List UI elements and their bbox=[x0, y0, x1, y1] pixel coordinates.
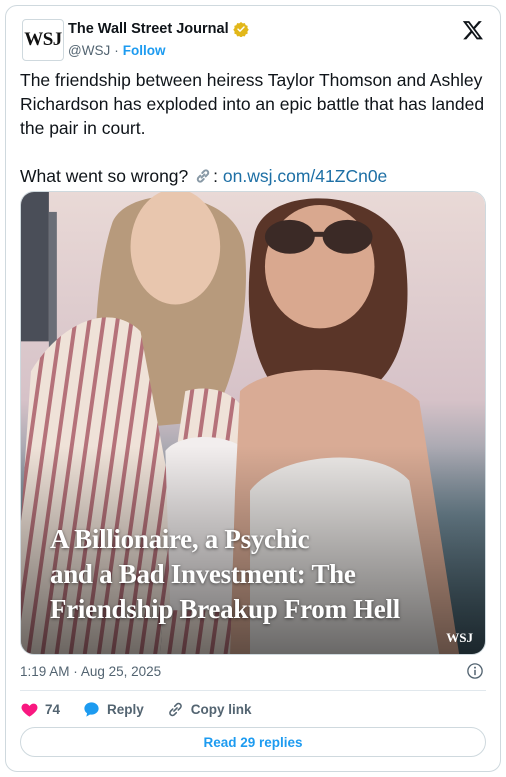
avatar-text: WSJ bbox=[24, 29, 62, 50]
handle-separator: · bbox=[114, 43, 119, 58]
account-name[interactable]: The Wall Street Journal bbox=[68, 21, 229, 37]
account-avatar[interactable]: WSJ bbox=[22, 19, 64, 61]
copy-link-label: Copy link bbox=[190, 701, 252, 717]
tweet-question-line: What went so wrong? : on.wsj.com/41ZCn0e bbox=[20, 164, 490, 188]
divider bbox=[20, 690, 486, 691]
tweet-date: Aug 25, 2025 bbox=[80, 664, 162, 679]
account-handle[interactable]: @WSJ bbox=[68, 43, 110, 58]
tweet-card: WSJ The Wall Street Journal @WSJ · Follo… bbox=[5, 5, 501, 772]
headline-line-1: A Billionaire, a Psychic bbox=[50, 524, 310, 554]
x-logo-icon[interactable] bbox=[462, 19, 484, 41]
link-emoji-icon bbox=[196, 169, 210, 183]
time-separator: · bbox=[73, 664, 78, 679]
like-button[interactable]: 74 bbox=[20, 700, 60, 719]
read-replies-label: Read 29 replies bbox=[203, 734, 303, 750]
tweet-link[interactable]: on.wsj.com/41ZCn0e bbox=[223, 166, 387, 186]
tweet-time: 1:19 AM bbox=[20, 664, 70, 679]
heart-icon bbox=[21, 703, 38, 717]
copy-link-button[interactable]: Copy link bbox=[166, 700, 252, 719]
link-icon bbox=[169, 702, 182, 716]
account-handle-row: @WSJ · Follow bbox=[68, 43, 165, 58]
tweet-text: The friendship between heiress Taylor Th… bbox=[20, 68, 490, 188]
verified-badge-icon bbox=[232, 22, 249, 37]
info-icon[interactable] bbox=[466, 662, 484, 680]
tweet-timestamp[interactable]: 1:19 AM · Aug 25, 2025 bbox=[20, 664, 161, 679]
media-brand-logo: WSJ bbox=[446, 630, 473, 645]
tweet-body: The friendship between heiress Taylor Th… bbox=[20, 70, 485, 138]
reply-bubble-icon bbox=[84, 701, 99, 717]
headline-line-3: Friendship Breakup From Hell bbox=[50, 594, 400, 624]
like-count: 74 bbox=[45, 701, 61, 717]
headline-line-2: and a Bad Investment: The bbox=[50, 559, 356, 589]
tweet-question: What went so wrong? bbox=[20, 166, 189, 186]
tweet-media-image[interactable]: A Billionaire, a Psychic and a Bad Inves… bbox=[20, 191, 486, 655]
media-headline: A Billionaire, a Psychic and a Bad Inves… bbox=[50, 522, 470, 627]
account-name-row: The Wall Street Journal bbox=[68, 21, 249, 37]
link-separator: : bbox=[213, 166, 219, 186]
follow-button[interactable]: Follow bbox=[123, 43, 166, 58]
read-replies-button[interactable]: Read 29 replies bbox=[20, 727, 486, 757]
action-bar: 74 Reply Copy link bbox=[20, 698, 274, 720]
reply-label: Reply bbox=[107, 701, 144, 717]
reply-button[interactable]: Reply bbox=[82, 700, 144, 719]
